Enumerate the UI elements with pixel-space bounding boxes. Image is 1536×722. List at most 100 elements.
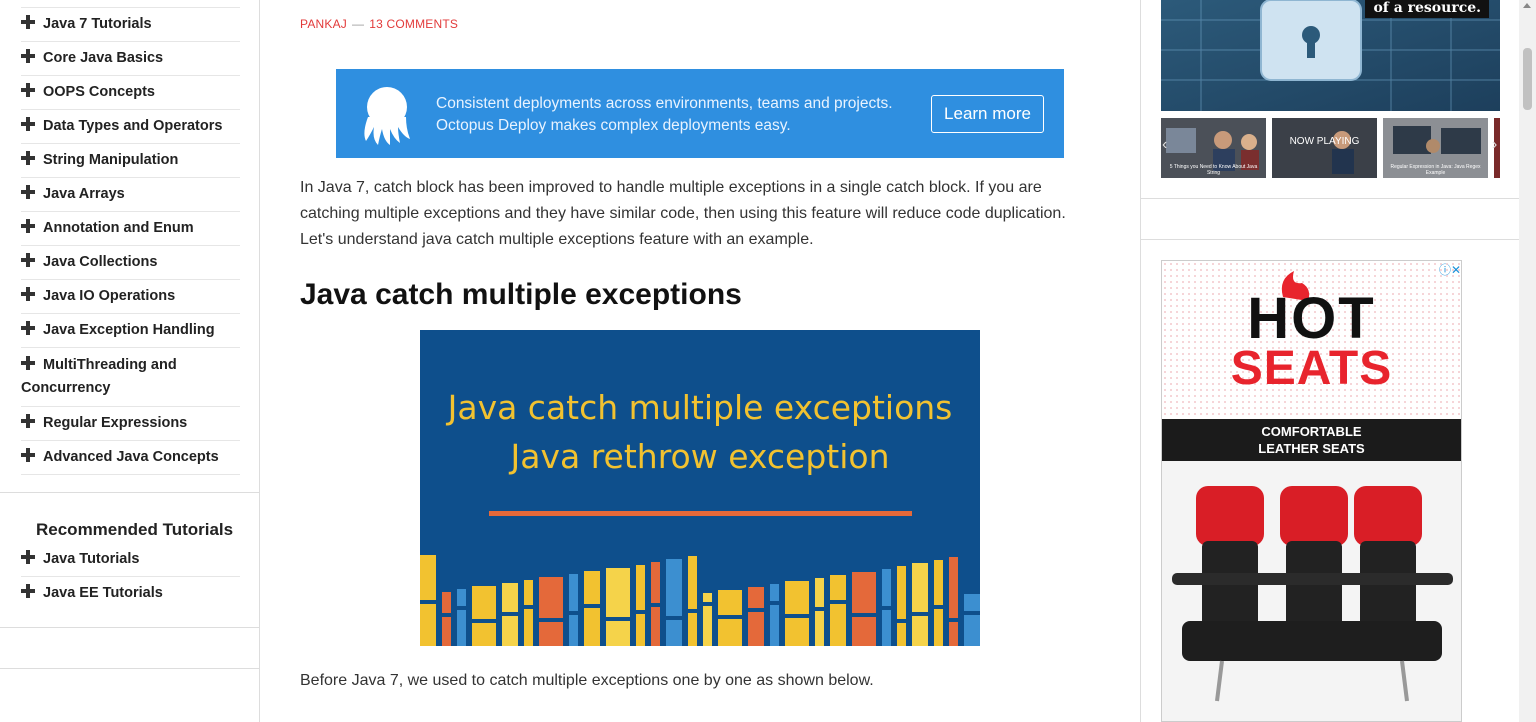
book-band — [934, 605, 943, 609]
thumbnail-caption: Regular Expression in Java: Java Regex E… — [1390, 164, 1481, 176]
sidebar-item-label: Java IO Operations — [43, 288, 176, 304]
plus-icon — [21, 414, 35, 428]
plus-icon — [21, 253, 35, 267]
sidebar-item-advanced-java[interactable]: Advanced Java Concepts — [21, 440, 240, 474]
category-list: Java 7 Tutorials Core Java Basics OOPS C… — [21, 7, 240, 475]
video-thumbnail[interactable]: Regular Expression in Java: Java Regex E… — [1383, 118, 1488, 178]
after-paragraph: Before Java 7, we used to catch multiple… — [300, 672, 874, 689]
plus-icon — [21, 550, 35, 564]
sidebar-item-java-ee-tutorials[interactable]: Java EE Tutorials — [21, 576, 240, 610]
divider — [1141, 239, 1520, 240]
article-main: PANKAJ — 13 COMMENTS Consistent deployment… — [260, 0, 1140, 722]
recommended-list: Java Tutorials Java EE Tutorials — [21, 543, 240, 610]
sidebar-item-java-io[interactable]: Java IO Operations — [21, 279, 240, 313]
divider — [21, 474, 240, 475]
scrollbar-thumb[interactable] — [1523, 48, 1532, 110]
page: Java 7 Tutorials Core Java Basics OOPS C… — [0, 0, 1536, 722]
intro-paragraph: In Java 7, catch block has been improved… — [300, 179, 1066, 248]
book-spine — [636, 565, 645, 646]
plus-icon — [21, 356, 35, 370]
sidebar-item-string-manipulation[interactable]: String Manipulation — [21, 143, 240, 177]
book-spine — [770, 584, 779, 646]
recommended-title: Recommended Tutorials — [36, 520, 234, 539]
sidebar-item-java-7-tutorials[interactable]: Java 7 Tutorials — [21, 7, 240, 41]
video-hero-image[interactable]: of a resource. — [1161, 0, 1500, 111]
divider — [0, 492, 260, 493]
book-band — [584, 604, 600, 608]
book-band — [457, 606, 466, 610]
books-decoration — [420, 555, 980, 646]
hot-seats-ad[interactable]: ⓘ✕ — [1161, 260, 1462, 722]
plus-icon — [21, 321, 35, 335]
learn-more-button[interactable]: Learn more — [931, 95, 1044, 133]
book-spine — [569, 574, 578, 646]
book-band — [830, 600, 846, 604]
octopus-ad-banner[interactable]: Consistent deployments across environmen… — [336, 69, 1064, 158]
plus-icon — [21, 49, 35, 63]
divider — [0, 668, 260, 669]
book-spine — [442, 592, 451, 646]
book-band — [651, 603, 660, 607]
book-spine — [934, 560, 943, 646]
sidebar-item-exception-handling[interactable]: Java Exception Handling — [21, 313, 240, 347]
book-band — [882, 606, 891, 610]
book-spine — [539, 577, 563, 646]
page-scrollbar[interactable] — [1519, 0, 1536, 722]
book-spine — [785, 581, 809, 646]
sidebar-item-label: Java Arrays — [43, 186, 125, 202]
book-band — [636, 610, 645, 614]
now-playing-label: NOW PLAYING — [1289, 136, 1360, 147]
book-band — [949, 618, 958, 622]
sidebar-item-oops-concepts[interactable]: OOPS Concepts — [21, 75, 240, 109]
sidebar-item-core-java-basics[interactable]: Core Java Basics — [21, 41, 240, 75]
sidebar-item-label: Annotation and Enum — [43, 220, 194, 236]
sidebar-item-label: Regular Expressions — [43, 415, 188, 431]
band-line-2: LEATHER SEATS — [1258, 441, 1365, 456]
scroll-up-arrow-icon[interactable] — [1523, 3, 1531, 8]
author-link[interactable]: PANKAJ — [300, 17, 347, 31]
plus-icon — [21, 117, 35, 131]
sidebar-item-label: Java Collections — [43, 254, 158, 270]
book-spine — [897, 566, 906, 646]
book-band — [688, 609, 697, 613]
sidebar-item-label: OOPS Concepts — [43, 84, 155, 100]
chevron-right-icon[interactable]: › — [1492, 136, 1497, 154]
plus-icon — [21, 219, 35, 233]
video-thumbnail-now-playing[interactable]: NOW PLAYING — [1272, 118, 1377, 178]
book-spine — [703, 593, 712, 646]
sidebar-item-java-arrays[interactable]: Java Arrays — [21, 177, 240, 211]
book-spine — [524, 580, 533, 646]
comments-link[interactable]: 13 COMMENTS — [369, 17, 458, 31]
book-spine — [688, 556, 697, 646]
byline-separator: — — [352, 17, 365, 31]
book-band — [912, 612, 928, 616]
seats-headline: SEATS — [1230, 342, 1393, 395]
ad-text: Consistent deployments across environmen… — [436, 93, 893, 137]
plus-icon — [21, 185, 35, 199]
plus-icon — [21, 584, 35, 598]
sidebar-item-annotation-enum[interactable]: Annotation and Enum — [21, 211, 240, 245]
thumbnail-caption: 5 Things you Need to Know About Java Str… — [1169, 164, 1258, 176]
sidebar-item-label: String Manipulation — [43, 152, 179, 168]
sidebar-item-label: Advanced Java Concepts — [43, 449, 219, 465]
sidebar-item-data-types[interactable]: Data Types and Operators — [21, 109, 240, 143]
sidebar-item-java-collections[interactable]: Java Collections — [21, 245, 240, 279]
book-spine — [912, 563, 928, 646]
book-band — [606, 617, 630, 621]
divider — [0, 627, 260, 628]
sidebar-item-label: Java 7 Tutorials — [43, 16, 152, 32]
video-thumbnail-strip: 5 Things you Need to Know About Java Str… — [1161, 118, 1500, 178]
divider — [1141, 198, 1520, 199]
book-band — [718, 615, 742, 619]
comfortable-band: COMFORTABLE LEATHER SEATS — [1162, 419, 1461, 461]
band-line-1: COMFORTABLE — [1261, 424, 1362, 439]
sidebar-item-label: Java Exception Handling — [43, 322, 215, 338]
book-band — [666, 616, 682, 620]
section-heading: Java catch multiple exceptions — [300, 278, 742, 311]
sidebar-item-regular-expressions[interactable]: Regular Expressions — [21, 406, 240, 440]
book-band — [815, 607, 824, 611]
sidebar-item-multithreading[interactable]: MultiThreading and Concurrency — [21, 347, 240, 406]
chevron-left-icon[interactable]: ‹ — [1162, 136, 1167, 154]
sidebar-item-java-tutorials[interactable]: Java Tutorials — [21, 543, 240, 576]
video-thumbnail[interactable]: 5 Things you Need to Know About Java Str… — [1161, 118, 1266, 178]
